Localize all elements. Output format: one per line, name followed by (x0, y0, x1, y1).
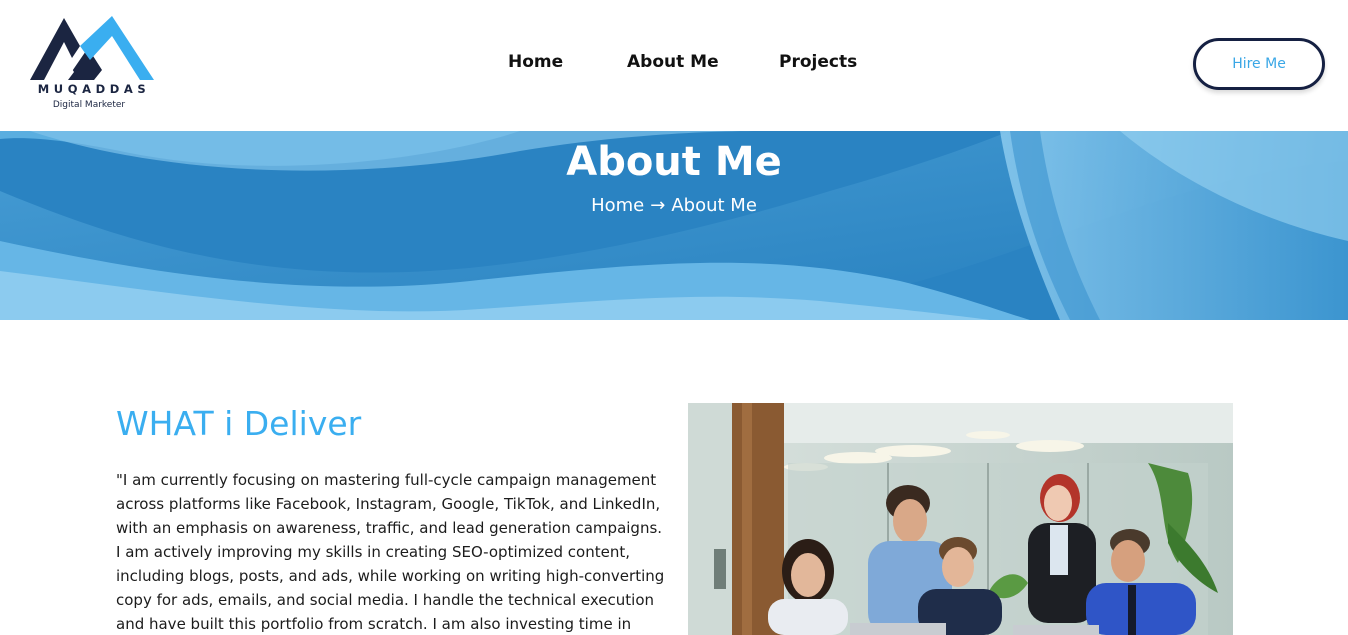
breadcrumb-arrow-icon: → (650, 195, 666, 216)
hire-me-button[interactable]: Hire Me (1193, 38, 1325, 90)
page-title: About Me (566, 139, 782, 185)
nav-item-projects[interactable]: Projects (779, 52, 857, 72)
section-heading: WHAT i Deliver (116, 404, 362, 443)
nav-item-about-me[interactable]: About Me (627, 52, 719, 72)
breadcrumb-home-link[interactable]: Home (591, 195, 644, 216)
team-meeting-photo (688, 403, 1233, 635)
logo-tagline: Digital Marketer (52, 100, 126, 110)
main-nav: Home About Me Projects (0, 52, 1348, 76)
nav-item-home[interactable]: Home (508, 52, 563, 72)
logo-name: MUQADDAS (37, 82, 151, 96)
page-banner: About Me Home → About Me (0, 131, 1348, 320)
team-photo-image (688, 403, 1233, 635)
about-paragraph: "I am currently focusing on mastering fu… (116, 471, 665, 633)
site-header: MUQADDAS Digital Marketer Home About Me … (0, 0, 1348, 131)
breadcrumb-current: About Me (671, 195, 757, 216)
breadcrumb: Home → About Me (0, 195, 1348, 216)
